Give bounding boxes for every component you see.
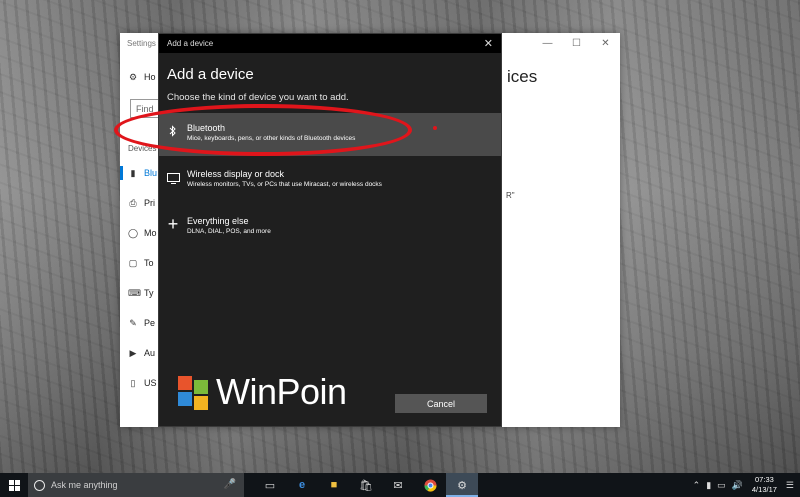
close-icon[interactable]: ✕ xyxy=(484,37,493,50)
cortana-search-box[interactable]: Ask me anything 🎤 xyxy=(28,473,244,497)
annotation-dot xyxy=(433,126,437,130)
watermark-text: WinPoin xyxy=(216,371,347,412)
monitor-icon xyxy=(166,170,180,184)
settings-text-fragment: R" xyxy=(506,191,515,200)
option-title: Everything else xyxy=(187,216,249,226)
bluetooth-icon xyxy=(166,124,180,138)
sidebar-item-label: To xyxy=(144,258,154,268)
network-icon[interactable]: ▭ xyxy=(714,480,729,491)
clock-date: 4/13/17 xyxy=(751,485,777,494)
settings-sidebar: ⚙ Ho Find Devices ▮ Blu ⎙ Pri ◯ Mo ▢ To … xyxy=(120,33,170,427)
windows-logo-icon xyxy=(8,479,20,491)
option-wireless-display[interactable]: Wireless display or dock Wireless monito… xyxy=(159,159,501,202)
settings-gear-icon[interactable]: ⚙ xyxy=(446,473,478,497)
sidebar-item-label: US xyxy=(144,378,157,388)
search-placeholder: Ask me anything xyxy=(51,480,118,490)
dialog-subtitle: Choose the kind of device you want to ad… xyxy=(167,92,349,103)
keyboard-icon: ⌨ xyxy=(128,287,141,298)
store-icon[interactable]: 🛍 xyxy=(350,473,382,497)
cortana-icon xyxy=(34,479,45,491)
close-icon[interactable]: ✕ xyxy=(591,33,620,53)
taskbar: Ask me anything 🎤 ▭ e ■ 🛍 ✉ ⚙ ⌃ ▮ ▭ 🔊 07… xyxy=(0,473,800,497)
clock-time: 07:33 xyxy=(755,475,774,484)
autoplay-icon: ▶ xyxy=(129,347,137,358)
winpoin-logo-icon xyxy=(178,376,210,410)
mouse-icon: ◯ xyxy=(128,227,139,238)
file-explorer-icon[interactable]: ■ xyxy=(318,473,350,497)
sidebar-item-label: Mo xyxy=(144,228,157,238)
option-description: Mice, keyboards, pens, or other kinds of… xyxy=(187,135,356,142)
sidebar-item-label: Ho xyxy=(144,72,156,82)
edge-icon[interactable]: e xyxy=(286,473,318,497)
action-center-icon[interactable]: ☰ xyxy=(783,480,800,491)
option-bluetooth[interactable]: Bluetooth Mice, keyboards, pens, or othe… xyxy=(159,113,501,156)
printer-icon: ⎙ xyxy=(129,197,137,208)
dialog-heading: Add a device xyxy=(167,66,254,83)
plus-icon: + xyxy=(167,213,179,234)
sidebar-item-label: Blu xyxy=(144,168,158,178)
settings-page-heading: ices xyxy=(507,67,538,86)
start-button[interactable] xyxy=(0,473,28,497)
dialog-title: Add a device xyxy=(159,34,501,53)
sidebar-item-label: Pri xyxy=(144,198,155,208)
mail-icon[interactable]: ✉ xyxy=(382,473,414,497)
sidebar-item-label: Pe xyxy=(144,318,156,328)
touchpad-icon: ▢ xyxy=(128,257,138,268)
sidebar-section-label: Devices xyxy=(128,144,157,153)
task-view-icon[interactable]: ▭ xyxy=(254,473,286,497)
option-description: Wireless monitors, TVs, or PCs that use … xyxy=(187,181,382,188)
maximize-icon[interactable]: ☐ xyxy=(562,33,591,53)
home-icon: ⚙ xyxy=(128,71,138,82)
clock[interactable]: 07:33 4/13/17 xyxy=(746,475,783,495)
winpoin-watermark: WinPoin xyxy=(178,374,347,410)
show-hidden-icons-icon[interactable]: ⌃ xyxy=(690,480,704,491)
option-everything-else[interactable]: + Everything else DLNA, DIAL, POS, and m… xyxy=(159,206,501,249)
add-device-dialog: Add a device ✕ Add a device Choose the k… xyxy=(158,33,502,427)
volume-icon[interactable]: 🔊 xyxy=(729,480,746,491)
pen-icon: ✎ xyxy=(129,317,137,328)
option-title: Wireless display or dock xyxy=(187,169,285,179)
bluetooth-icon: ▮ xyxy=(130,167,136,178)
system-tray: ⌃ ▮ ▭ 🔊 07:33 4/13/17 ☰ xyxy=(690,473,800,497)
microphone-icon[interactable]: 🎤 xyxy=(224,479,236,490)
sidebar-active-indicator xyxy=(120,166,123,180)
sidebar-item-label: Ty xyxy=(144,288,154,298)
battery-icon[interactable]: ▮ xyxy=(703,480,714,491)
sidebar-item-label: Au xyxy=(144,348,156,358)
option-description: DLNA, DIAL, POS, and more xyxy=(187,228,271,235)
cancel-button[interactable]: Cancel xyxy=(395,394,487,413)
minimize-icon[interactable]: — xyxy=(533,33,562,53)
option-title: Bluetooth xyxy=(187,123,226,133)
usb-icon: ▯ xyxy=(130,377,136,388)
chrome-icon[interactable] xyxy=(414,473,446,497)
settings-window-controls: — ☐ ✕ xyxy=(533,33,620,53)
